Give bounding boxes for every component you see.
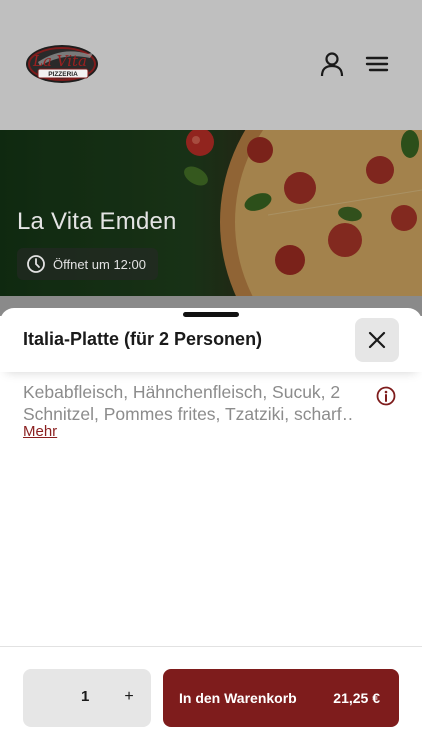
opening-hours-badge: Öffnet um 12:00 bbox=[17, 248, 158, 280]
hamburger-menu-icon[interactable] bbox=[363, 50, 391, 78]
clock-icon bbox=[27, 255, 45, 273]
sheet-drag-handle[interactable] bbox=[183, 312, 239, 317]
sheet-header: Italia-Platte (für 2 Personen) bbox=[0, 308, 422, 372]
add-to-cart-label: In den Warenkorb bbox=[179, 690, 297, 706]
increment-button[interactable]: + bbox=[117, 685, 141, 709]
price-label: 21,25 € bbox=[333, 690, 380, 706]
description-line: Schnitzel, Pommes frites, Tzatziki, scha… bbox=[23, 404, 353, 424]
close-button[interactable] bbox=[355, 318, 399, 362]
restaurant-name: La Vita Emden bbox=[17, 208, 177, 235]
footer-divider bbox=[0, 646, 422, 647]
more-link[interactable]: Mehr bbox=[23, 423, 57, 440]
user-icon[interactable] bbox=[318, 50, 346, 78]
add-to-cart-button[interactable]: In den Warenkorb 21,25 € bbox=[163, 669, 399, 727]
info-icon[interactable] bbox=[376, 386, 396, 406]
svg-text:La Vita: La Vita bbox=[32, 52, 87, 70]
quantity-value: 1 bbox=[81, 688, 90, 705]
quantity-stepper: 1 + bbox=[23, 669, 151, 727]
la-vita-logo: La Vita PIZZERIA bbox=[26, 45, 98, 83]
close-icon bbox=[368, 331, 386, 349]
hero-banner: La Vita Emden Öffnet um 12:00 bbox=[0, 130, 422, 296]
product-description: Kebabfleisch, Hähnchenfleisch, Sucuk, 2 … bbox=[23, 381, 353, 425]
product-title: Italia-Platte (für 2 Personen) bbox=[23, 329, 263, 349]
svg-text:PIZZERIA: PIZZERIA bbox=[48, 71, 78, 78]
product-detail-sheet: Italia-Platte (für 2 Personen) Kebabflei… bbox=[0, 308, 422, 750]
opening-hours-text: Öffnet um 12:00 bbox=[53, 256, 146, 272]
description-line: Kebabfleisch, Hähnchenfleisch, Sucuk, 2 bbox=[23, 382, 341, 402]
app-header: La Vita PIZZERIA bbox=[0, 0, 422, 130]
